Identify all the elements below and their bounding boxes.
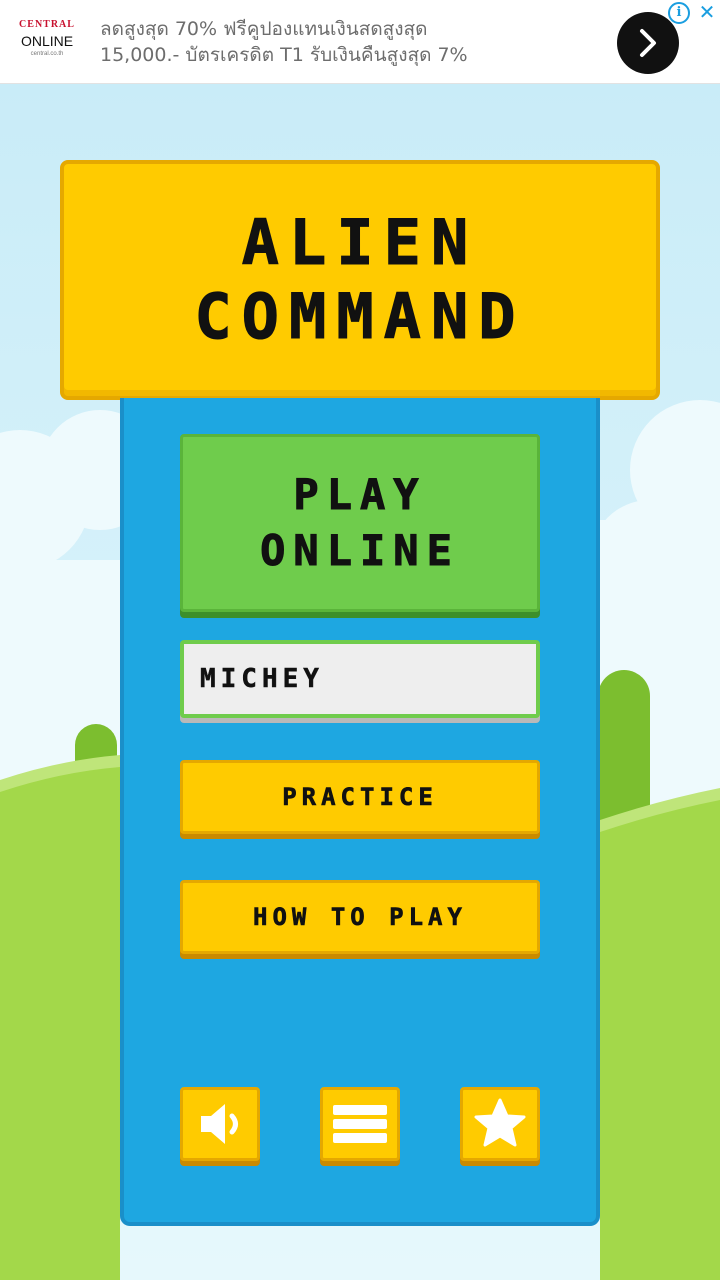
chevron-right-icon [640,29,656,57]
ad-brand-main: ONLINE [20,33,74,49]
ad-text[interactable]: ลดสูงสุด 70% ฟรีคูปองแทนเงินสดสูงสุด 15,… [100,16,600,68]
play-online-label-line1: PLAY [293,470,427,520]
sound-button[interactable] [180,1087,260,1161]
game-title-board: ALIEN COMMAND [60,160,660,400]
ad-logo: CENTRAL ONLINE central.co.th [14,18,80,66]
play-online-label-line2: ONLINE [260,526,460,576]
play-online-button[interactable]: PLAY ONLINE [180,434,540,612]
ad-banner[interactable]: CENTRAL ONLINE central.co.th ลดสูงสุด 70… [0,0,720,84]
how-to-play-button[interactable]: HOW TO PLAY [180,880,540,954]
close-icon[interactable]: ✕ [696,2,718,24]
menu-icon [333,1105,387,1143]
info-icon[interactable]: i [668,2,690,24]
star-icon [474,1098,526,1147]
ad-text-line1: ลดสูงสุด 70% ฟรีคูปองแทนเงินสดสูงสุด [100,18,428,40]
star-button[interactable] [460,1087,540,1161]
practice-button[interactable]: PRACTICE [180,760,540,834]
ad-text-line2: 15,000.- บัตรเครดิต T1 รับเงินคืนสูงสุด … [100,44,468,66]
sound-icon [201,1104,238,1144]
ad-brand-sub: central.co.th [30,51,64,57]
game-title-line1: ALIEN [241,206,479,280]
game-title-line2: COMMAND [194,280,526,354]
ad-brand-top: CENTRAL [19,19,75,30]
player-name-input[interactable] [180,640,540,718]
menu-button[interactable] [320,1087,400,1161]
ad-go-button[interactable] [617,12,679,74]
